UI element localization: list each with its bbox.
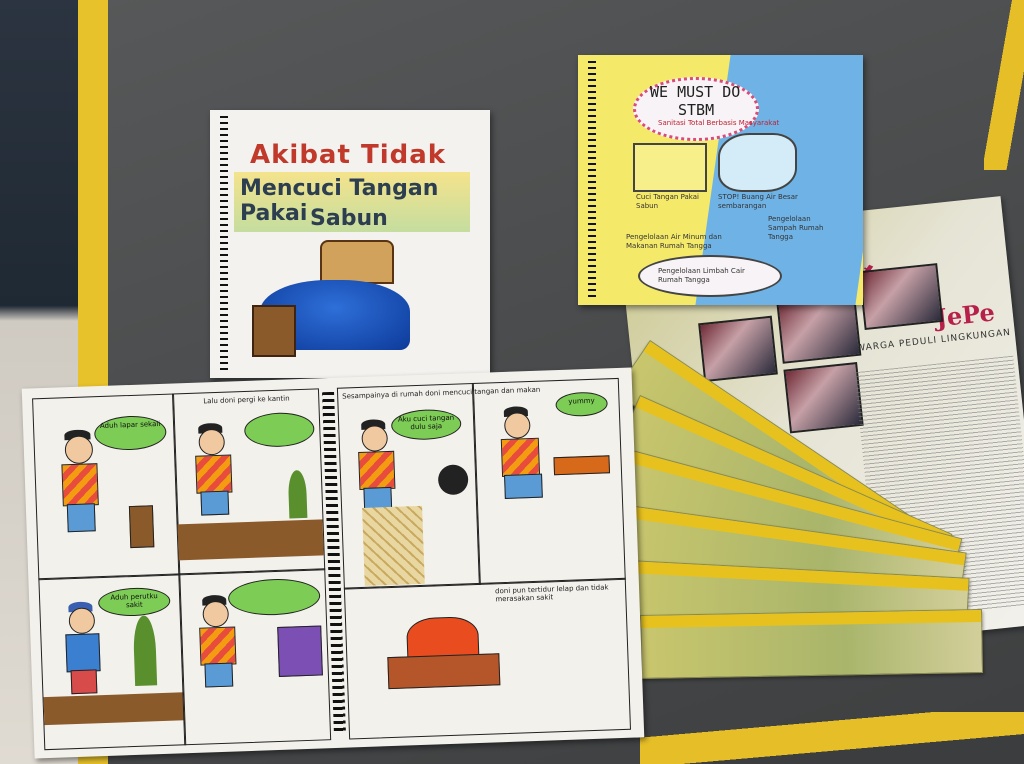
brochure-fan-6 — [640, 609, 984, 679]
comic-panel-6 — [178, 568, 332, 746]
speech-bubble — [227, 577, 321, 617]
speech-bubble: Aduh perutku sakit — [97, 586, 171, 618]
table-drawing — [553, 455, 611, 476]
panel-caption: Lalu doni pergi ke kantin — [203, 394, 290, 406]
cover-title-line3: Sabun — [310, 206, 388, 231]
book-spiral — [588, 61, 596, 299]
yellow-table-edge-right — [984, 0, 1024, 170]
kid-shorts — [70, 669, 98, 695]
gallery-photo — [783, 362, 864, 434]
kid-shirt — [358, 450, 396, 491]
brochure-logo: JePe — [934, 297, 997, 333]
stop-open-defecation-box — [718, 133, 797, 192]
kid-head — [68, 607, 96, 635]
book-spiral — [220, 116, 228, 372]
kid-head — [198, 428, 226, 456]
item-stop-bab: STOP! Buang Air Besar sembarangan — [718, 193, 798, 210]
comic-panel-7: doni pun tertidur lelap dan tidak merasa… — [343, 577, 631, 740]
kid-shorts — [504, 473, 543, 499]
kid-shorts — [66, 503, 96, 533]
kid-shirt — [500, 437, 541, 478]
item-handwash: Cuci Tangan Pakai Sabun — [636, 193, 699, 210]
speech-bubble — [243, 411, 315, 449]
ground-drawing — [177, 519, 324, 561]
bed-headboard-drawing — [320, 240, 394, 284]
comic-book: Aduh lapar sekali Lalu doni pergi ke kan… — [21, 367, 645, 759]
comic-panel-1: Aduh lapar sekali — [32, 393, 181, 581]
kid-shirt — [61, 463, 99, 507]
kid-head — [503, 412, 531, 439]
item-drinking-water: Pengelolaan Air Minum dan Makanan Rumah … — [626, 233, 722, 250]
tree-drawing — [287, 469, 308, 519]
headline-subtitle: Sanitasi Total Berbasis Masyarakat — [658, 119, 780, 127]
gallery-photo — [858, 263, 944, 331]
bed-frame-drawing — [252, 305, 296, 357]
bed-drawing — [387, 653, 501, 690]
headline-line2: STBM — [678, 101, 715, 119]
speech-bubble: Aku cuci tangan dulu saja — [390, 408, 462, 441]
kid-shorts — [204, 662, 234, 688]
house-drawing — [277, 625, 323, 677]
kid-shirt — [195, 454, 233, 494]
kid-head — [361, 425, 389, 452]
gallery-photo — [698, 315, 778, 383]
item-waste: Pengelolaan Sampah Rumah Tangga — [768, 215, 824, 241]
headline-line1: WE MUST DO — [650, 83, 741, 101]
comic-panel-2: Lalu doni pergi ke kantin — [171, 388, 326, 576]
trash-bin-drawing — [128, 505, 155, 549]
speech-bubble: Aduh lapar sekali — [93, 414, 167, 452]
comic-panel-5: Aduh perutku sakit — [38, 573, 187, 751]
kid-head — [202, 600, 230, 628]
handwash-drawing-box — [633, 143, 707, 192]
kid-shorts — [200, 490, 230, 516]
cover-title-line1: Akibat Tidak — [250, 140, 447, 170]
item-wastewater: Pengelolaan Limbah Cair Rumah Tangga — [658, 267, 745, 284]
panel-caption: doni pun tertidur lelap dan tidak merasa… — [494, 583, 609, 604]
ground-drawing — [43, 692, 185, 726]
storybook-cover: Akibat Tidak Mencuci Tangan Pakai Sabun — [210, 110, 490, 378]
kid-shirt — [65, 633, 101, 673]
stbm-poster-book: WE MUST DO STBM Sanitasi Total Berbasis … — [578, 55, 863, 305]
yellow-table-edge-bottom — [640, 712, 1024, 764]
comic-panel-4: yummy — [437, 377, 626, 585]
speech-bubble: yummy — [555, 391, 609, 418]
kid-head — [64, 435, 94, 465]
kid-shirt — [199, 626, 237, 666]
tiled-path-drawing — [362, 505, 425, 586]
tree-drawing — [132, 615, 158, 686]
